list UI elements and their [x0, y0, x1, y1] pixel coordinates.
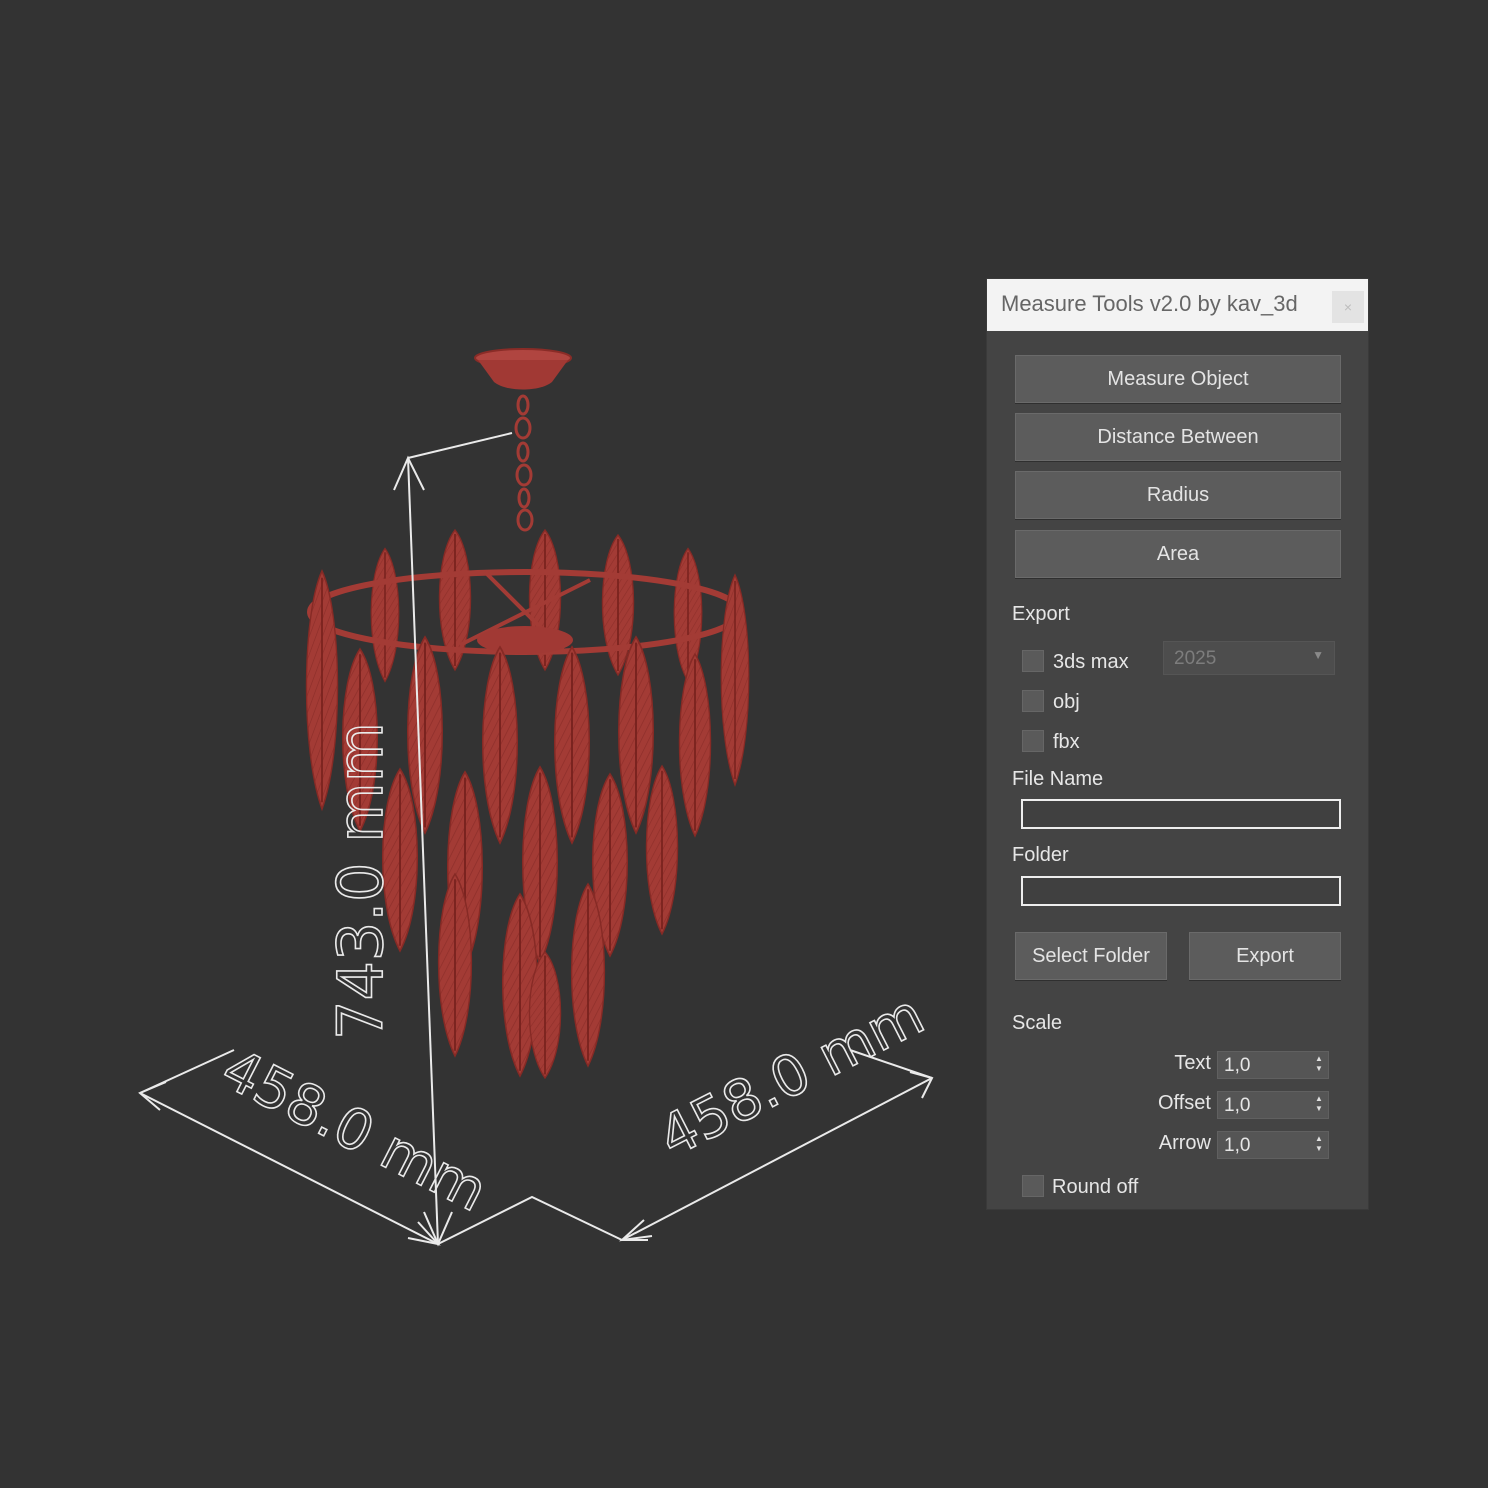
dimension-width-label: 458.0 mm — [212, 1037, 497, 1225]
dialog-title: Measure Tools v2.0 by kav_3d — [1001, 291, 1298, 316]
file-name-label: File Name — [1012, 768, 1104, 790]
spinner-arrows-icon[interactable]: ▲ ▼ — [1314, 1054, 1324, 1076]
scale-section-label: Scale — [1012, 1012, 1063, 1034]
chevron-down-icon: ▼ — [1312, 648, 1324, 662]
text-scale-spinner[interactable]: 1,0 ▲ ▼ — [1217, 1051, 1329, 1079]
radius-button[interactable]: Radius — [1015, 471, 1341, 519]
fbx-label: fbx — [1053, 731, 1080, 753]
export-button[interactable]: Export — [1189, 932, 1341, 980]
fbx-checkbox[interactable] — [1022, 730, 1044, 752]
text-scale-value: 1,0 — [1224, 1055, 1251, 1076]
measure-tools-dialog: Measure Tools v2.0 by kav_3d × Measure O… — [986, 278, 1369, 1210]
spinner-arrows-icon[interactable]: ▲ ▼ — [1314, 1134, 1324, 1156]
max-version-value: 2025 — [1174, 648, 1217, 669]
round-off-checkbox[interactable] — [1022, 1175, 1044, 1197]
3ds-max-checkbox[interactable] — [1022, 650, 1044, 672]
3ds-max-label: 3ds max — [1053, 651, 1129, 673]
area-button[interactable]: Area — [1015, 530, 1341, 578]
dimension-depth-label: 458.0 mm — [649, 982, 934, 1170]
offset-scale-value: 1,0 — [1224, 1095, 1251, 1116]
file-name-input[interactable] — [1021, 799, 1341, 829]
select-folder-button[interactable]: Select Folder — [1015, 932, 1167, 980]
offset-scale-label: Offset — [1158, 1092, 1211, 1114]
arrow-scale-value: 1,0 — [1224, 1135, 1251, 1156]
folder-label: Folder — [1012, 844, 1069, 866]
offset-scale-spinner[interactable]: 1,0 ▲ ▼ — [1217, 1091, 1329, 1119]
obj-label: obj — [1053, 691, 1080, 713]
measure-object-button[interactable]: Measure Object — [1015, 355, 1341, 403]
text-scale-label: Text — [1174, 1052, 1211, 1074]
export-section-label: Export — [1012, 603, 1070, 625]
obj-checkbox[interactable] — [1022, 690, 1044, 712]
spinner-arrows-icon[interactable]: ▲ ▼ — [1314, 1094, 1324, 1116]
max-version-select[interactable]: 2025 ▼ — [1163, 641, 1335, 675]
close-icon: × — [1343, 299, 1353, 315]
folder-input[interactable] — [1021, 876, 1341, 906]
dimension-height-label: 743.0 mm — [324, 722, 397, 1040]
round-off-label: Round off — [1052, 1176, 1139, 1198]
dialog-titlebar[interactable]: Measure Tools v2.0 by kav_3d × — [987, 279, 1368, 331]
close-button[interactable]: × — [1332, 291, 1364, 323]
distance-between-button[interactable]: Distance Between — [1015, 413, 1341, 461]
arrow-scale-spinner[interactable]: 1,0 ▲ ▼ — [1217, 1131, 1329, 1159]
arrow-scale-label: Arrow — [1158, 1132, 1211, 1154]
